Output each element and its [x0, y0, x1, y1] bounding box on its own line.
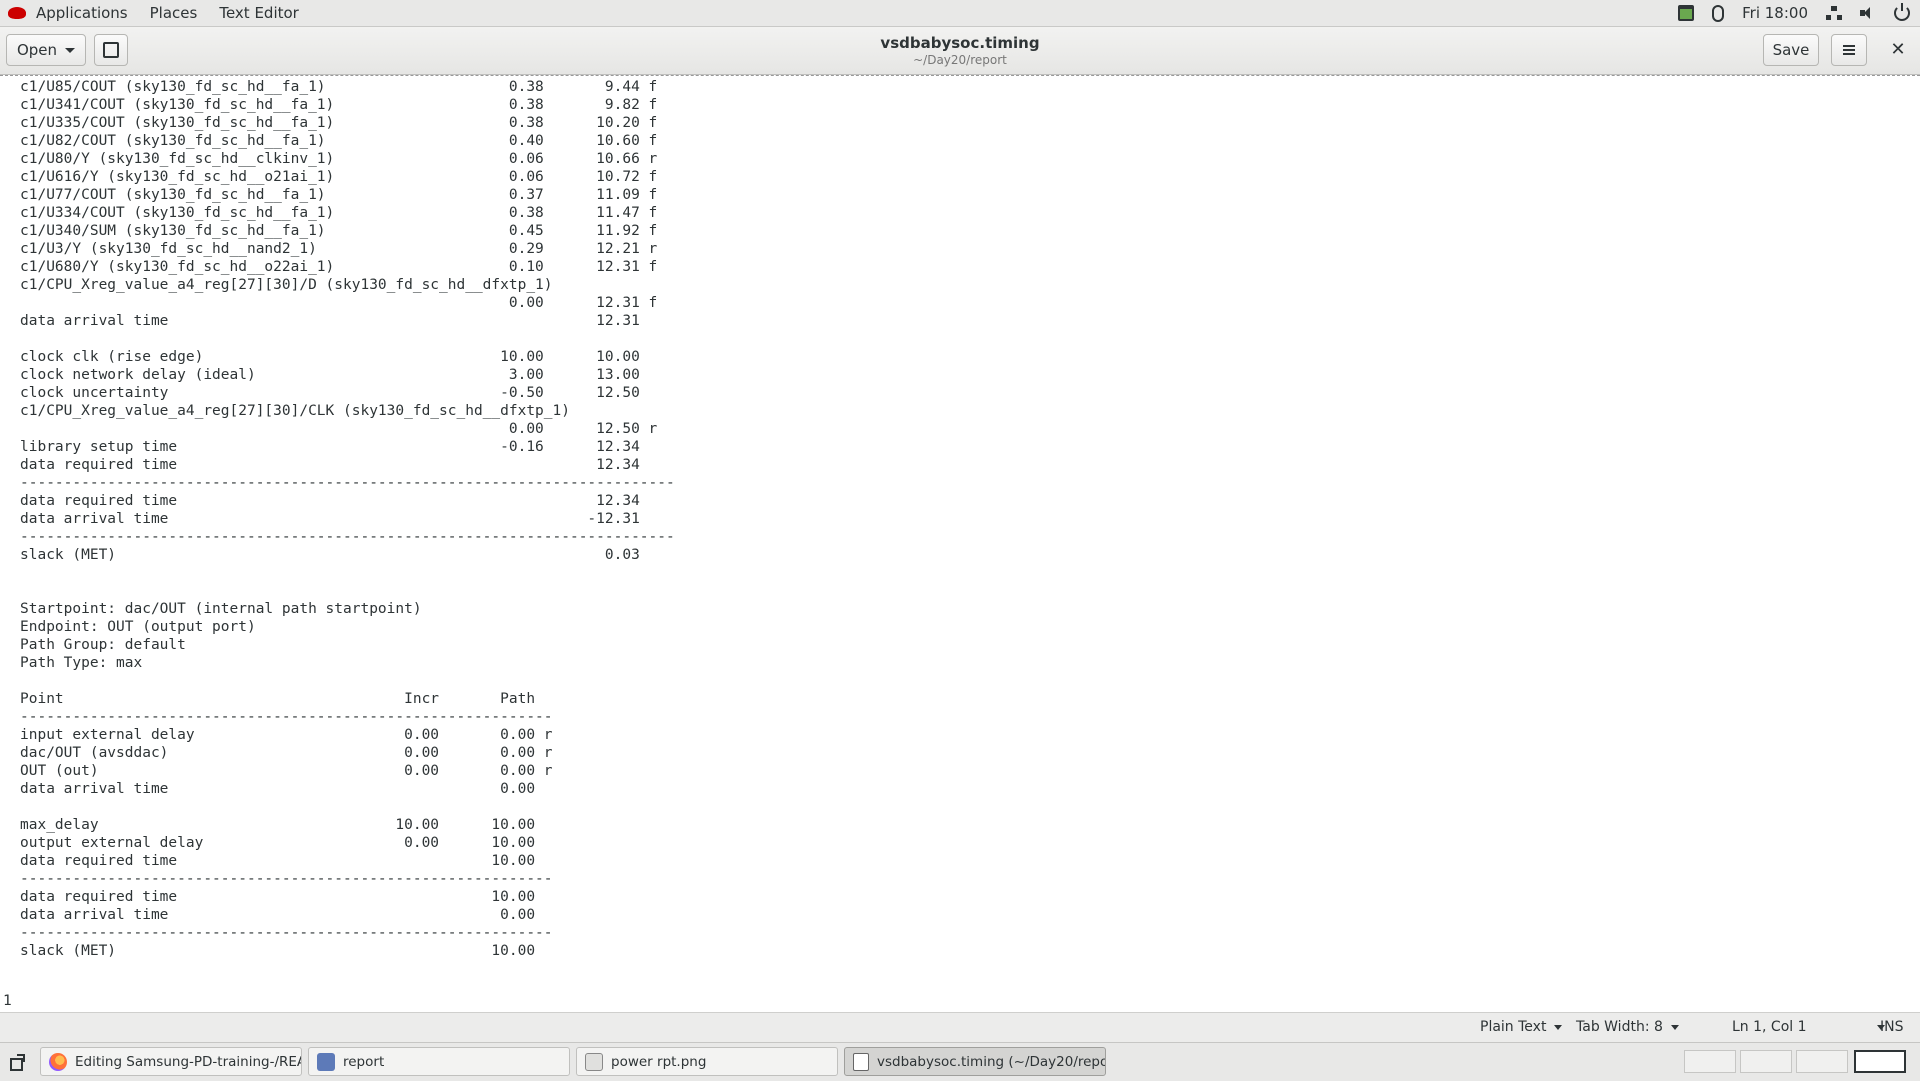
places-menu[interactable]: Places — [138, 0, 208, 26]
network-icon[interactable] — [1826, 6, 1842, 20]
editor-content[interactable]: c1/U85/COUT (sky130_fd_sc_hd__fa_1) 0.38… — [20, 78, 675, 960]
top-panel: Applications Places Text Editor Fri 18:0… — [0, 0, 1920, 27]
taskbar-item-firefox[interactable]: Editing Samsung-PD-training-/READ... — [40, 1047, 302, 1076]
taskbar-item-image-viewer[interactable]: power rpt.png — [576, 1047, 838, 1076]
save-button[interactable]: Save — [1763, 34, 1819, 66]
tab-width-selector[interactable]: Tab Width: 8 — [1576, 1019, 1679, 1035]
workspace-1[interactable] — [1684, 1050, 1736, 1073]
volume-icon[interactable] — [1860, 6, 1876, 20]
taskbar: Editing Samsung-PD-training-/READ... rep… — [0, 1042, 1920, 1081]
open-button[interactable]: Open — [6, 34, 86, 66]
microphone-icon[interactable] — [1712, 4, 1725, 22]
trailing-line: 1 — [3, 993, 12, 1009]
text-editor-icon — [853, 1052, 869, 1071]
show-desktop-icon[interactable] — [8, 1052, 28, 1072]
workspace-3[interactable] — [1796, 1050, 1848, 1073]
insert-mode: INS — [1880, 1019, 1904, 1035]
chevron-down-icon — [1554, 1024, 1563, 1030]
syntax-selector[interactable]: Plain Text — [1480, 1019, 1563, 1035]
status-bar: Plain Text Tab Width: 8 Ln 1, Col 1 INS — [0, 1012, 1920, 1042]
firefox-icon — [49, 1052, 67, 1071]
chevron-down-icon — [65, 47, 76, 53]
app-menu[interactable]: Text Editor — [207, 0, 309, 26]
hamburger-icon — [1843, 45, 1855, 55]
text-editor-area[interactable]: c1/U85/COUT (sky130_fd_sc_hd__fa_1) 0.38… — [0, 75, 1920, 1012]
image-viewer-icon — [585, 1052, 603, 1071]
window-title: vsdbabysoc.timing ~/Day20/report — [760, 34, 1160, 67]
taskbar-item-report[interactable]: report — [308, 1047, 570, 1076]
file-manager-icon — [317, 1052, 335, 1071]
workspace-4[interactable] — [1854, 1050, 1906, 1073]
clock[interactable]: Fri 18:00 — [1742, 4, 1808, 22]
taskbar-item-text-editor[interactable]: vsdbabysoc.timing (~/Day20/report)... — [844, 1047, 1106, 1076]
menu-button[interactable] — [1831, 34, 1867, 66]
applications-menu[interactable]: Applications — [32, 0, 138, 26]
new-document-icon — [103, 42, 119, 58]
workspace-2[interactable] — [1740, 1050, 1792, 1073]
calendar-icon[interactable] — [1678, 5, 1695, 21]
document-title: vsdbabysoc.timing — [880, 34, 1040, 52]
new-document-button[interactable] — [94, 34, 128, 66]
header-bar: Open vsdbabysoc.timing ~/Day20/report Sa… — [0, 27, 1920, 75]
redhat-logo-icon — [8, 7, 26, 19]
chevron-down-icon — [1670, 1024, 1679, 1030]
close-icon[interactable]: ✕ — [1886, 36, 1910, 64]
document-path: ~/Day20/report — [913, 53, 1007, 67]
power-icon[interactable] — [1894, 3, 1910, 21]
cursor-position-selector[interactable]: Ln 1, Col 1 — [1732, 1019, 1885, 1035]
